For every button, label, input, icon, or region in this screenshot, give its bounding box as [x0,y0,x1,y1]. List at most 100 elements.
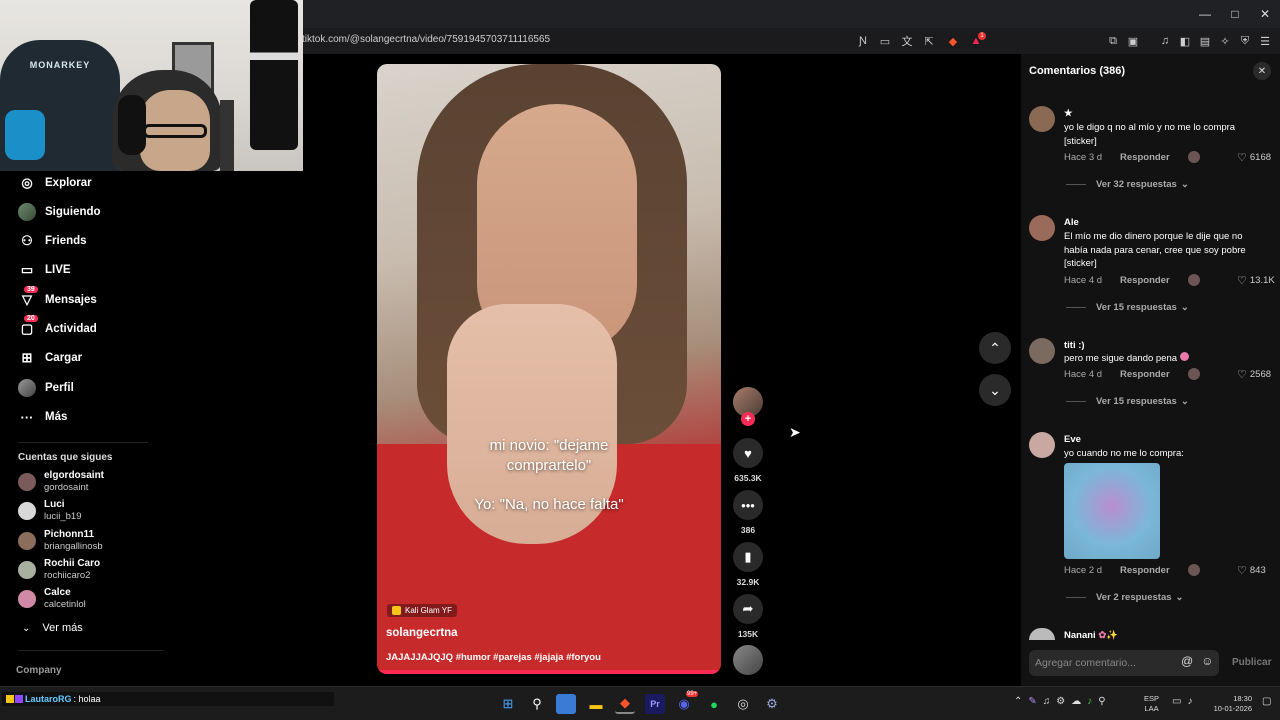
following-account[interactable]: Luci lucii_b19 [18,498,82,524]
avatar[interactable] [1029,628,1055,640]
translate-icon[interactable]: 文 [899,33,915,49]
discord-icon[interactable]: ◉ 99+ [674,691,699,714]
view-replies-button[interactable]: Ver 32 respuestas ⌄ [1066,179,1189,190]
sidebar-item-cargar[interactable]: ⊞ Cargar [18,348,83,368]
following-account[interactable]: Rochii Caro rochiicaro2 [18,557,100,583]
mic-icon[interactable]: ⚲ [1098,696,1105,707]
vpn-icon[interactable]: ⛨ [1237,33,1253,49]
headset-icon[interactable]: ♫ [1043,696,1051,707]
notification-icon[interactable]: ▢ [1262,696,1271,707]
address-bar[interactable]: tiktok.com/@solangecrtna/video/759194570… [300,28,1280,54]
reply-button[interactable]: Responder [1120,565,1170,576]
brave-icon[interactable]: ◆ [615,694,635,714]
sidebar-item-mas[interactable]: ··· Más [18,407,68,427]
obs-icon[interactable]: ◎ [733,694,753,714]
sidebar-item-mensajes[interactable]: ▽ 39 Mensajes [18,286,97,310]
following-account[interactable]: Calce calcetinlol [18,586,86,612]
menu-icon[interactable]: ☰ [1257,33,1273,49]
video-username[interactable]: solangecrtna [386,627,458,639]
wallet-icon[interactable]: ▤ [1197,33,1213,49]
steam-tray-icon[interactable]: ⚙ [1056,696,1065,707]
comment-author[interactable]: titi :) [1064,340,1085,351]
language-indicator[interactable]: ESP LAA [1144,694,1159,714]
comment-author[interactable]: ★ [1064,108,1073,119]
avatar[interactable] [1029,215,1055,241]
sidebar-item-explorar[interactable]: ◎ Explorar [18,173,91,193]
view-replies-button[interactable]: Ver 15 respuestas ⌄ [1066,396,1189,407]
next-video-button[interactable]: ⌄ [979,374,1011,406]
pen-icon[interactable]: ✎ [1028,696,1036,707]
network-icon[interactable]: ▭ [1172,696,1181,707]
comment-author[interactable]: Nanani ✿✨ [1064,630,1118,641]
steam-icon[interactable]: ⚙ [762,694,782,714]
company-link[interactable]: Company [16,665,62,676]
comment-like-button[interactable]: ♡ 2568 [1237,368,1271,381]
following-account[interactable]: Pichonn11 briangallinosb [18,528,103,554]
sidebar-item-actividad[interactable]: ▢ 20 Actividad [18,315,97,339]
like-button[interactable]: ♥ [733,438,763,468]
chat-badge-icon [6,695,14,703]
effect-tag[interactable]: Kali Glam YF [387,604,457,617]
reply-button[interactable]: Responder [1120,152,1170,163]
publish-button[interactable]: Publicar [1232,657,1271,668]
comment-like-button[interactable]: ♡ 6168 [1237,151,1271,164]
comment-like-count: 6168 [1249,152,1272,163]
see-more-button[interactable]: ⌄ Ver más [22,622,83,634]
sidebar-item-live[interactable]: ▭ LIVE [18,260,71,280]
view-replies-button[interactable]: Ver 2 respuestas ⌄ [1066,592,1184,603]
follow-plus-icon[interactable]: + [741,412,755,426]
comment-count: 386 [740,525,756,535]
url-text[interactable]: tiktok.com/@solangecrtna/video/759194570… [302,34,550,45]
chevron-up-icon[interactable]: ⌃ [1014,696,1022,707]
chevron-up-icon: ⌃ [989,339,1001,356]
tab-icon[interactable]: ▣ [1125,33,1141,49]
minimize-button[interactable]: — [1190,0,1220,28]
comment-author[interactable]: Ale [1064,217,1079,228]
video-progress-bar[interactable] [377,670,721,674]
windows-start-icon[interactable]: ⊞ [498,694,518,714]
close-window-button[interactable]: ✕ [1250,0,1280,28]
comment-like-button[interactable]: ♡ 843 [1237,564,1266,577]
volume-icon[interactable]: ♪ [1187,696,1192,707]
extensions-icon[interactable]: ⧉ [1105,33,1121,49]
premiere-icon[interactable]: Pr [645,694,665,714]
creator-liked-icon [1187,564,1200,576]
sidebar-item-perfil[interactable]: Perfil [18,378,74,398]
screen-icon[interactable]: ▭ [877,33,893,49]
comment-author[interactable]: Eve [1064,434,1081,445]
avatar[interactable] [1029,338,1055,364]
file-explorer-icon[interactable]: ▬ [586,694,606,714]
sidebar-icon[interactable]: ◧ [1177,33,1193,49]
reply-button[interactable]: Responder [1120,275,1170,286]
photos-icon[interactable] [556,694,576,714]
save-button[interactable]: ▮ [733,542,763,572]
close-comments-button[interactable]: ✕ [1253,62,1271,80]
avatar[interactable] [1029,106,1055,132]
view-replies-button[interactable]: Ver 15 respuestas ⌄ [1066,302,1189,313]
spotify-icon[interactable]: ● [704,694,724,714]
clock[interactable]: 18:30 10-01-2026 [1206,694,1252,714]
sidebar-item-friends[interactable]: ⚇ Friends [18,231,86,251]
microphone-icon[interactable]: ♪ [1087,696,1092,707]
avatar[interactable] [1029,432,1055,458]
mention-icon[interactable]: @ [1181,654,1193,668]
search-icon[interactable]: ⚲ [527,694,547,714]
maximize-button[interactable]: □ [1220,0,1250,28]
video-player[interactable]: mi novio: "dejame comprartelo" Yo: "Na, … [377,64,721,674]
no-translate-icon[interactable]: Ɲ [855,33,871,49]
brave-shield-icon[interactable]: ◆ [945,33,961,49]
emoji-picker-icon[interactable]: ☺ [1201,654,1213,668]
music-disc[interactable] [733,645,763,675]
previous-video-button[interactable]: ⌃ [979,332,1011,364]
music-icon[interactable]: ♫ [1157,33,1173,49]
share-icon[interactable]: ⇱ [921,33,937,49]
cloud-icon[interactable]: ☁ [1071,696,1081,707]
leo-icon[interactable]: ✧ [1217,33,1233,49]
reply-button[interactable]: Responder [1120,369,1170,380]
comment-sticker-image[interactable] [1064,463,1160,559]
comment-button[interactable]: ••• [733,490,763,520]
sidebar-item-siguiendo[interactable]: Siguiendo [18,202,101,222]
share-button[interactable]: ➦ [733,594,763,624]
following-account[interactable]: elgordosaint gordosaint [18,469,104,495]
comment-like-button[interactable]: ♡ 13.1K [1237,274,1275,287]
